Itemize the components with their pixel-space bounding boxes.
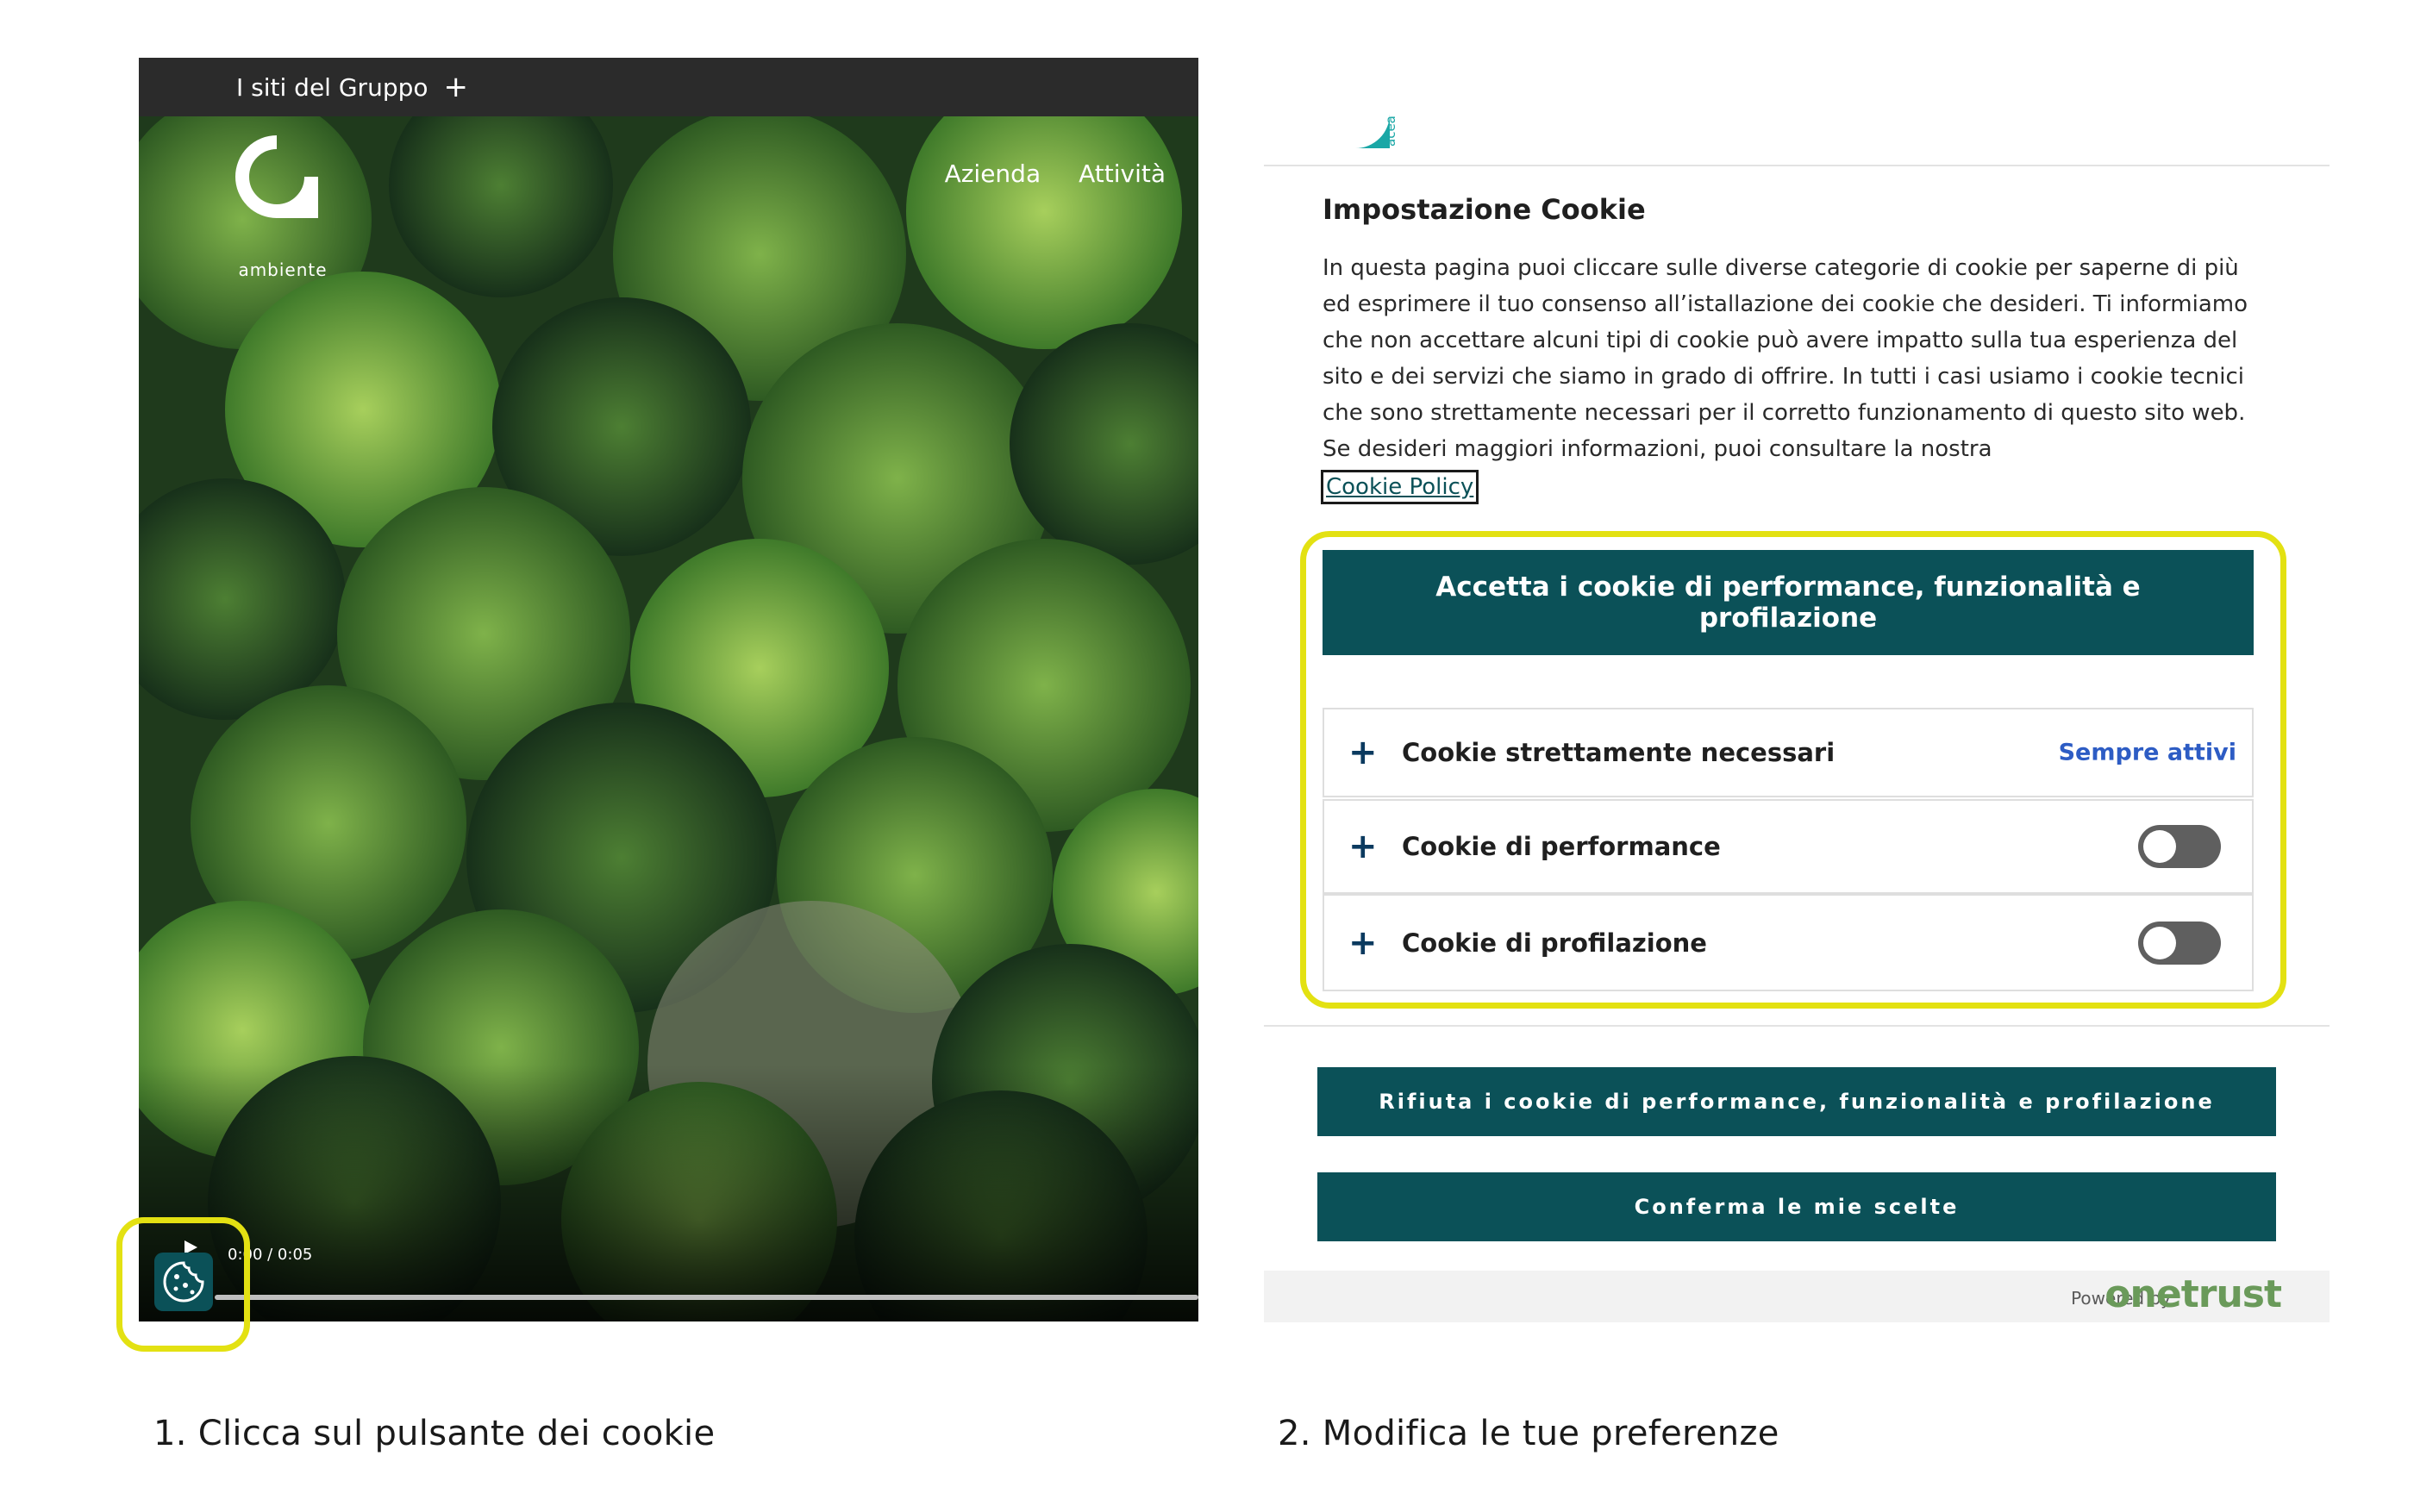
caption-step-1: 1. Clicca sul pulsante dei cookie [153,1414,716,1453]
nav-item-azienda[interactable]: Azienda [945,159,1041,188]
cookie-preferences-panel: acea Impostazione Cookie In questa pagin… [1264,55,2330,1322]
site-nav: Azienda Attività [945,159,1166,188]
logo-subtitle: ambiente [238,259,328,280]
divider [1264,165,2330,166]
panel-title: Impostazione Cookie [1323,193,1646,226]
plus-icon[interactable]: + [444,72,469,102]
site-screenshot: I siti del Gruppo + acea ambiente Aziend… [139,58,1198,1321]
confirm-choices-button[interactable]: Conferma le mie scelte [1317,1172,2276,1241]
acea-ambiente-logo[interactable]: acea ambiente [235,132,330,280]
reject-cookies-button[interactable]: Rifiuta i cookie di performance, funzion… [1317,1067,2276,1136]
acea-logo: acea [1321,79,1398,148]
video-progress-track[interactable] [215,1295,1198,1300]
panel-description: In questa pagina puoi cliccare sulle div… [1323,255,2248,462]
acea-logo: acea [235,135,318,218]
group-sites-label[interactable]: I siti del Gruppo [236,73,428,102]
nav-item-attivita[interactable]: Attività [1079,159,1166,188]
highlight-preferences [1300,531,2286,1009]
forest-video-background [139,116,1198,1321]
onetrust-logo[interactable]: onetrust [2104,1272,2282,1316]
group-sites-bar[interactable]: I siti del Gruppo + [139,58,1198,116]
caption-step-2: 2. Modifica le tue preferenze [1278,1414,1779,1453]
highlight-cookie-button [116,1217,250,1352]
powered-by-bar: Powered by onetrust [1264,1271,2330,1322]
svg-text:acea: acea [302,178,318,211]
cookie-policy-link[interactable]: Cookie Policy [1321,470,1479,504]
divider [1264,1025,2330,1027]
svg-text:acea: acea [1383,116,1398,147]
